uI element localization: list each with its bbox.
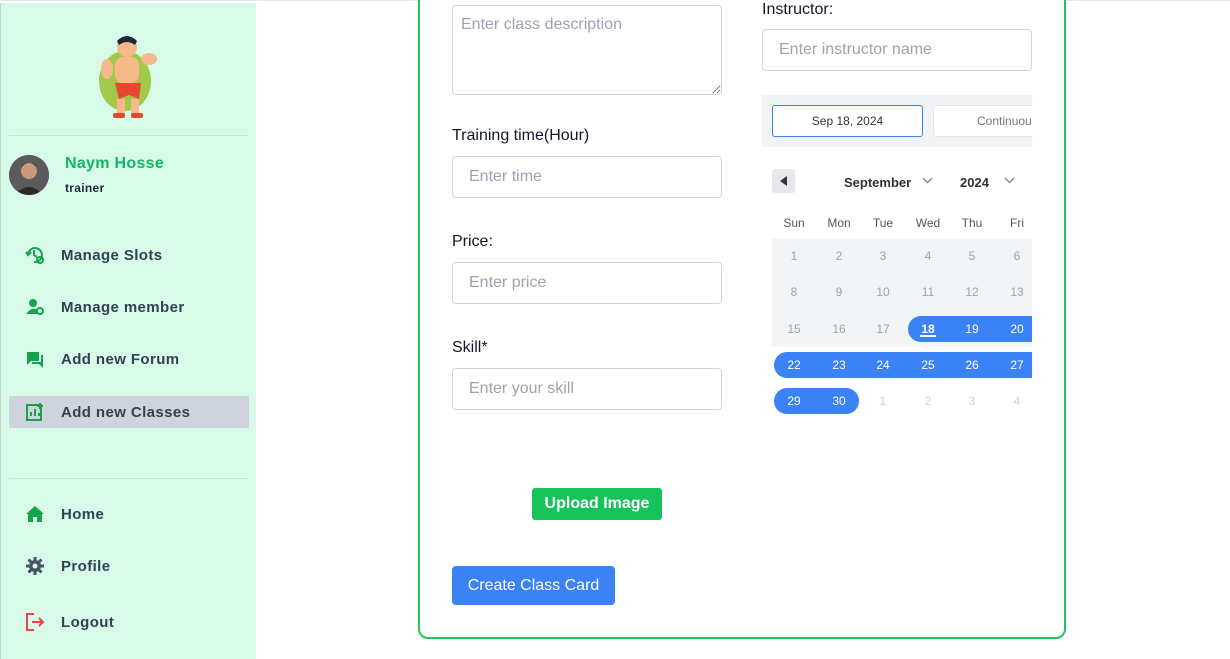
calendar-day-selected[interactable]: 24 [861, 352, 905, 378]
calendar-day[interactable]: 13 [995, 279, 1032, 305]
create-class-card-button[interactable]: Create Class Card [452, 566, 615, 605]
nav-item-home[interactable]: Home [9, 498, 249, 530]
weekday-label: Tue [872, 216, 894, 230]
calendar-day-next-month[interactable]: 1 [861, 388, 905, 414]
chevron-down-icon [1004, 177, 1015, 184]
calendar-day[interactable]: 8 [772, 279, 816, 305]
calendar-day-selected[interactable]: 22 [772, 352, 816, 378]
weekday-label: Sun [783, 216, 805, 230]
calendar-day-next-month[interactable]: 2 [906, 388, 950, 414]
calendar-day-next-month[interactable]: 4 [995, 388, 1032, 414]
user-role: trainer [65, 181, 105, 195]
calendar-day-selected[interactable]: 29 [772, 388, 816, 414]
date-range-picker: Sep 18, 2024 Continuous September 2024 S… [762, 95, 1032, 425]
calendar-day[interactable]: 2 [817, 243, 861, 269]
year-select[interactable]: 2024 [960, 175, 989, 190]
calendar-day[interactable]: 4 [906, 243, 950, 269]
calendar-day[interactable]: 10 [861, 279, 905, 305]
nav-item-add-forum[interactable]: Add new Forum [9, 343, 249, 375]
training-time-input[interactable] [452, 156, 722, 198]
skill-input[interactable] [452, 368, 722, 410]
month-select[interactable]: September [844, 175, 911, 190]
calendar-day-selected[interactable]: 27 [995, 352, 1032, 378]
nav-label: Add new Classes [61, 403, 191, 421]
weekday-label: Mon [827, 216, 851, 230]
slot-settings-icon [9, 245, 61, 265]
upload-image-button[interactable]: Upload Image [532, 488, 662, 520]
nav-item-profile[interactable]: Profile [9, 550, 249, 582]
sidebar-divider [9, 135, 248, 136]
forum-chat-icon [9, 349, 61, 369]
weekday-label: Thu [961, 216, 983, 230]
instructor-input[interactable] [762, 29, 1032, 71]
nav-item-add-classes[interactable]: Add new Classes [9, 396, 249, 428]
calendar-day[interactable]: 9 [817, 279, 861, 305]
user-name: Naym Hosse [65, 155, 165, 172]
calendar-day-selected[interactable]: 19 [950, 316, 994, 342]
calendar-day[interactable]: 15 [772, 316, 816, 342]
sidebar: Naym Hosse trainer Manage Slots Manage m… [0, 3, 256, 659]
training-time-label: Training time(Hour) [452, 127, 590, 144]
nav-label: Profile [61, 557, 111, 575]
calendar-day[interactable]: 12 [950, 279, 994, 305]
logout-icon [9, 612, 61, 632]
sidebar-divider [9, 478, 248, 479]
nav-label: Home [61, 505, 105, 523]
instructor-label: Instructor: [762, 1, 834, 18]
calendar-day-selected-end[interactable]: 30 [817, 388, 861, 414]
calendar-day[interactable]: 16 [817, 316, 861, 342]
weekday-label: Wed [915, 216, 941, 230]
calendar-day[interactable]: 11 [906, 279, 950, 305]
gym-mascot-logo [99, 36, 157, 118]
gear-icon [9, 556, 61, 576]
calendar-day-selected[interactable]: 25 [906, 352, 950, 378]
skill-label: Skill* [452, 339, 488, 356]
nav-label: Logout [61, 613, 115, 631]
calendar-day-selected-start[interactable]: 18 [906, 316, 950, 342]
chevron-down-icon [922, 177, 933, 184]
chevron-left-icon [779, 176, 787, 186]
price-label: Price: [452, 233, 493, 250]
weekday-label: Fri [1010, 216, 1024, 230]
nav-item-manage-slots[interactable]: Manage Slots [9, 239, 249, 271]
prev-month-button[interactable] [772, 169, 795, 193]
add-chart-icon [9, 402, 61, 422]
member-settings-icon [9, 297, 61, 317]
end-date-field[interactable]: Continuous [933, 105, 1032, 137]
nav-item-logout[interactable]: Logout [9, 606, 249, 638]
calendar-day[interactable]: 6 [995, 243, 1032, 269]
nav-label: Manage member [61, 298, 185, 316]
start-date-field[interactable]: Sep 18, 2024 [772, 105, 923, 137]
class-description-input[interactable] [452, 5, 722, 95]
nav-item-manage-member[interactable]: Manage member [9, 291, 249, 323]
nav-label: Manage Slots [61, 246, 163, 264]
nav-label: Add new Forum [61, 350, 180, 368]
calendar-day-selected[interactable]: 26 [950, 352, 994, 378]
calendar-day-selected[interactable]: 23 [817, 352, 861, 378]
price-input[interactable] [452, 262, 722, 304]
calendar-day-next-month[interactable]: 3 [950, 388, 994, 414]
calendar-day[interactable]: 3 [861, 243, 905, 269]
calendar-day[interactable]: 1 [772, 243, 816, 269]
calendar-day[interactable]: 5 [950, 243, 994, 269]
calendar-day[interactable]: 17 [861, 316, 905, 342]
calendar-day-selected[interactable]: 20 [995, 316, 1032, 342]
avatar [9, 155, 49, 195]
home-icon [9, 504, 61, 524]
